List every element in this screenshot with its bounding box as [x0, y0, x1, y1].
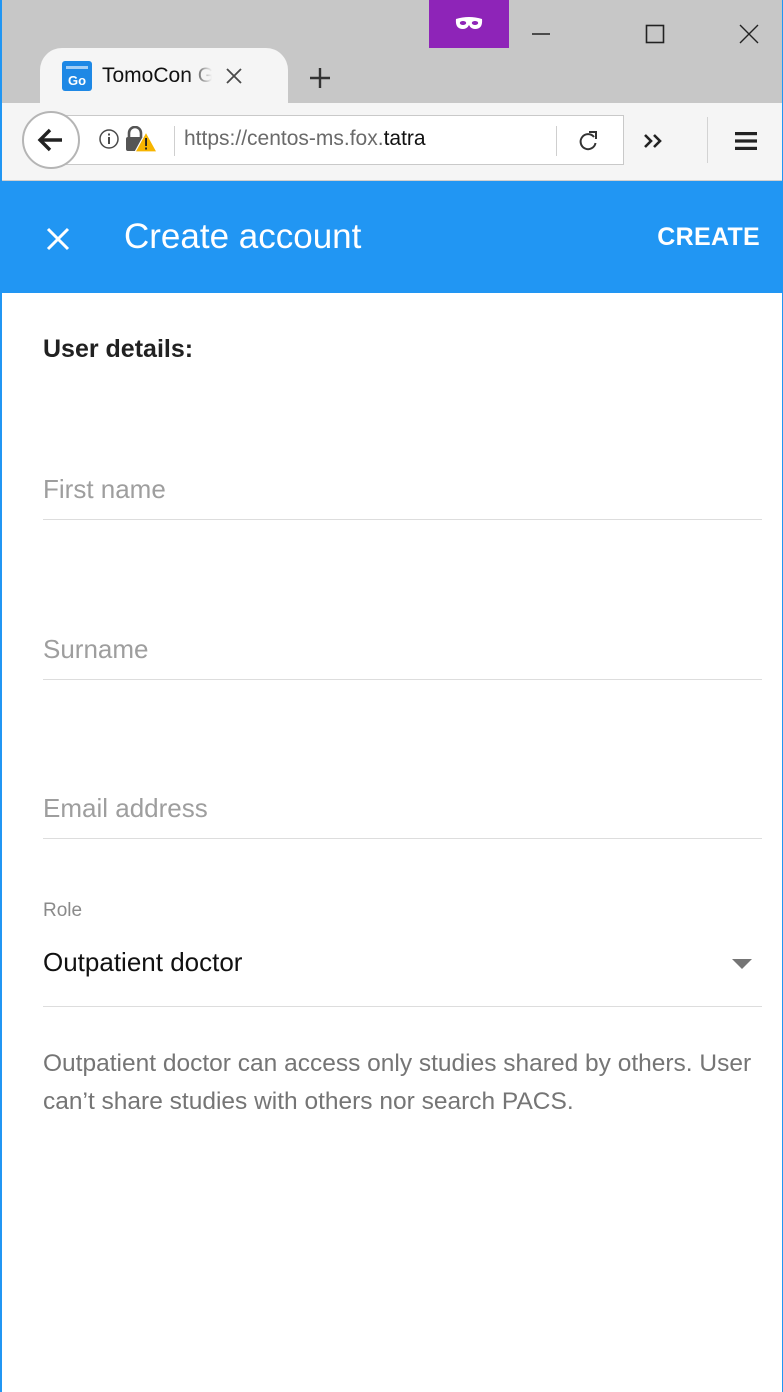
create-button[interactable]: CREATE — [657, 223, 760, 252]
email-input[interactable] — [43, 779, 762, 837]
window-close-button[interactable] — [724, 14, 774, 54]
overflow-button[interactable] — [630, 121, 678, 161]
back-button[interactable] — [22, 111, 80, 169]
section-title: User details: — [43, 335, 194, 363]
arrow-left-icon — [37, 128, 62, 152]
surname-field — [43, 620, 762, 680]
role-label: Role — [43, 900, 83, 921]
role-select[interactable]: Outpatient doctor — [43, 933, 762, 1007]
close-icon — [46, 227, 70, 251]
reload-button[interactable] — [568, 126, 608, 156]
create-account-form: User details: Role Outpatient doctor Out… — [2, 293, 782, 1392]
url-host: tatra — [383, 127, 426, 150]
new-tab-button[interactable] — [302, 60, 338, 96]
favicon-label: Go — [67, 73, 87, 88]
maximize-icon — [645, 24, 665, 44]
info-circle-icon[interactable] — [98, 128, 120, 150]
reload-icon — [579, 131, 597, 151]
plus-icon — [310, 68, 330, 88]
address-bar[interactable]: https://centos-ms.fox.tatra — [64, 115, 624, 165]
first-name-input[interactable] — [43, 460, 762, 518]
toolbar-separator — [707, 117, 708, 163]
minimize-button[interactable] — [516, 14, 566, 54]
mask-icon — [455, 17, 483, 29]
url-prefix: https://centos-ms.fox. — [184, 127, 384, 150]
close-button[interactable] — [38, 219, 78, 259]
maximize-button[interactable] — [630, 14, 680, 54]
browser-window: Go TomoCon GO — [0, 0, 783, 1392]
url-text[interactable]: https://centos-ms.fox.tatra — [184, 127, 504, 151]
menu-button[interactable] — [722, 121, 770, 161]
tab-tomocon[interactable]: Go TomoCon GO — [40, 48, 288, 104]
tab-title: TomoCon GO — [102, 64, 212, 87]
favicon: Go — [62, 61, 92, 91]
role-selected-value: Outpatient doctor — [43, 947, 243, 977]
close-icon — [226, 68, 242, 84]
page-title: Create account — [124, 217, 362, 256]
minimize-icon — [532, 33, 550, 35]
lock-warning-icon[interactable] — [124, 125, 159, 154]
url-separator — [174, 126, 175, 156]
close-icon — [739, 24, 759, 44]
hamburger-icon — [735, 132, 757, 150]
dropdown-arrow-icon — [732, 959, 752, 969]
url-separator-right — [556, 126, 557, 156]
navigation-toolbar: https://centos-ms.fox.tatra — [2, 103, 782, 181]
role-description: Outpatient doctor can access only studie… — [43, 1050, 752, 1115]
private-browsing-badge — [429, 0, 509, 48]
first-name-field — [43, 460, 762, 520]
app-bar: Create account CREATE — [2, 181, 782, 293]
double-chevron-right-icon — [644, 134, 662, 148]
tab-strip: Go TomoCon GO — [2, 0, 782, 104]
tab-close-button[interactable] — [220, 62, 248, 90]
email-field — [43, 779, 762, 839]
surname-input[interactable] — [43, 620, 762, 678]
